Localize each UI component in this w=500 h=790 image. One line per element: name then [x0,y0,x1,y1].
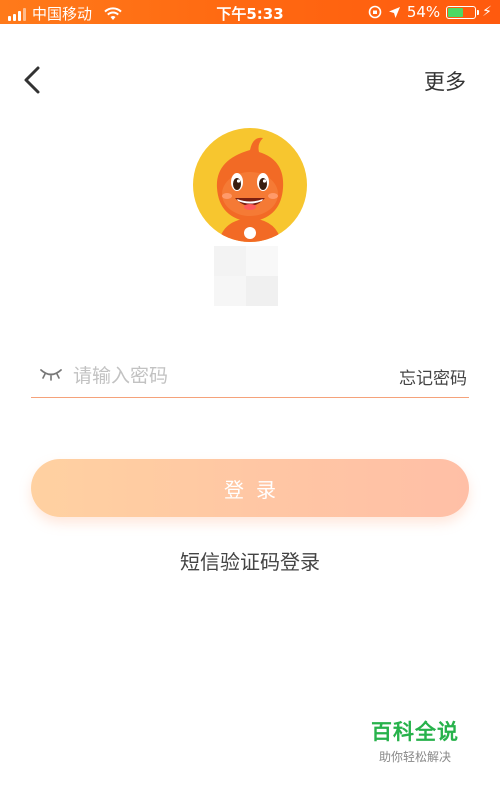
more-button[interactable]: 更多 [424,66,466,96]
mascot-image [216,137,284,242]
charging-icon: ⚡ [482,4,492,20]
eye-closed-icon[interactable] [39,367,63,381]
forgot-password-link[interactable]: 忘记密码 [399,364,467,389]
sms-login-link[interactable]: 短信验证码登录 [0,546,500,575]
status-bar: 中国移动 下午5:33 54% ⚡ [0,0,500,24]
battery-percent: 54% [406,3,441,21]
avatar [193,128,307,242]
status-right: 54% ⚡ [368,3,492,21]
chevron-left-icon[interactable] [22,64,46,96]
password-input[interactable] [71,359,335,393]
location-icon [388,6,400,18]
battery-icon [446,5,480,19]
watermark: 百科全说 助你轻松解决 [360,716,470,765]
orientation-lock-icon [368,5,382,19]
login-button[interactable]: 登录 [31,459,469,517]
watermark-subtitle: 助你轻松解决 [378,750,451,764]
username-redacted [214,246,278,306]
battery-fill [448,7,464,17]
watermark-title: 百科全说 [371,720,459,744]
password-row: 忘记密码 [31,355,469,398]
